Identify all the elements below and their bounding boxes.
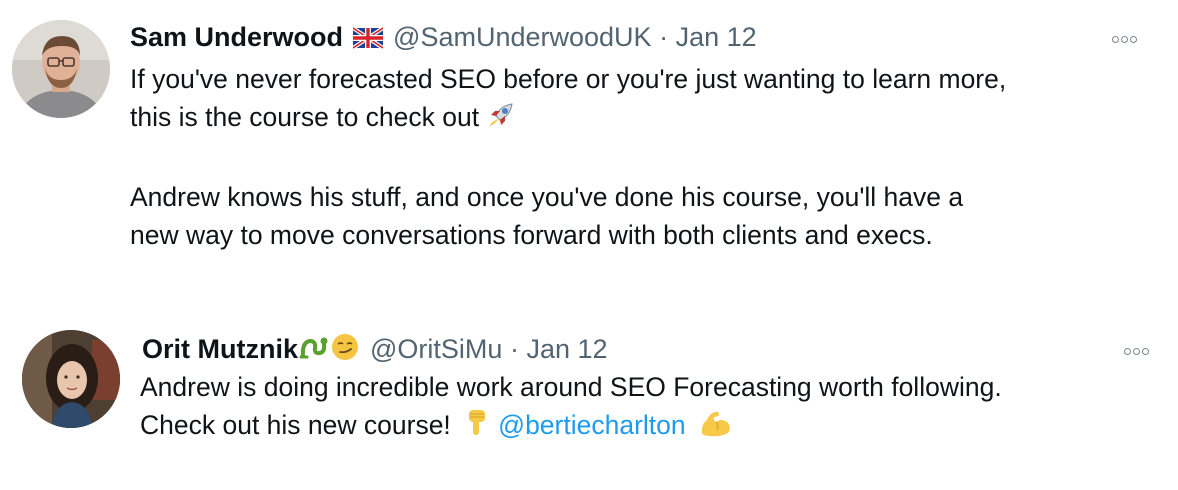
separator-dot: ·: [509, 334, 519, 364]
tweet-line: Check out his new course!: [140, 410, 451, 440]
author-name[interactable]: Orit Mutznik: [142, 334, 298, 364]
tweet-line: If you've never forecasted SEO before or…: [130, 64, 1007, 94]
tweet-date[interactable]: Jan 12: [526, 334, 607, 364]
tweet-line: new way to move conversations forward wi…: [130, 220, 933, 250]
avatar[interactable]: [12, 20, 110, 118]
tweet-text: If you've never forecasted SEO before or…: [130, 60, 1006, 254]
avatar-photo: [12, 20, 110, 118]
tweet-text: Andrew is doing incredible work around S…: [140, 368, 1002, 448]
snake-icon: [298, 332, 328, 370]
tweet-header: Sam Underwood @SamUnderwoodUK · Jan 12: [130, 20, 757, 57]
avatar[interactable]: [22, 330, 120, 428]
smirk-face-icon: [330, 332, 360, 370]
tweet-date[interactable]: Jan 12: [676, 22, 757, 52]
tweet-header: Orit Mutznik @OritSiMu · Jan 12: [142, 332, 608, 370]
avatar-photo: [22, 330, 120, 428]
pointing-down-icon: [464, 408, 490, 448]
tweet-line: Andrew is doing incredible work around S…: [140, 372, 1002, 402]
tweet-line-with-mention: Check out his new course! @bertiecharlto…: [140, 406, 1002, 448]
tweet-line: this is the course to check out: [130, 102, 480, 132]
rocket-icon: [486, 100, 516, 140]
author-handle[interactable]: @OritSiMu: [370, 334, 502, 364]
author-handle[interactable]: @SamUnderwoodUK: [393, 22, 652, 52]
mention-link[interactable]: @bertiecharlton: [498, 410, 685, 440]
more-options-icon[interactable]: [1124, 348, 1149, 355]
separator-dot: ·: [659, 22, 669, 52]
author-name[interactable]: Sam Underwood: [130, 22, 343, 52]
uk-flag-icon: [351, 23, 385, 57]
more-options-icon[interactable]: [1112, 36, 1137, 43]
tweet-line: Andrew knows his stuff, and once you've …: [130, 182, 964, 212]
tweet-line-with-emoji: this is the course to check out: [130, 98, 1006, 140]
flexed-biceps-icon: [699, 408, 733, 448]
